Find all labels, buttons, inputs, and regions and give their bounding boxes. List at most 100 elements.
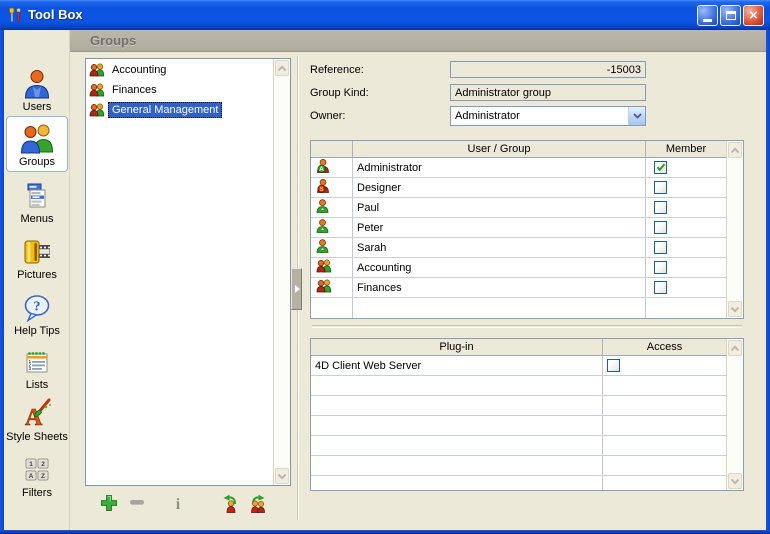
group-list-item-accounting[interactable]: Accounting — [86, 60, 273, 80]
help-tips-icon: ? — [6, 291, 68, 324]
plugin-row-4d-client-web-server[interactable]: 4D Client Web Server — [311, 356, 726, 376]
group-icon — [316, 259, 332, 276]
window-title: Tool Box — [28, 0, 83, 29]
designer-user-icon: S — [316, 179, 330, 196]
sidebar-item-pictures[interactable]: Pictures — [6, 232, 68, 288]
pictures-icon — [6, 235, 68, 268]
add-group-button[interactable] — [100, 494, 118, 515]
sidebar-item-label: Help Tips — [6, 325, 68, 337]
plugin-empty-row — [311, 456, 726, 476]
admin-user-icon: A — [316, 159, 330, 176]
splitter-handle[interactable] — [291, 268, 302, 310]
info-icon: i — [173, 494, 183, 515]
sidebar-item-users[interactable]: Users — [6, 64, 68, 120]
titlebar[interactable]: Tool Box — [0, 0, 770, 30]
group-icon — [89, 63, 105, 77]
scroll-up-button[interactable] — [275, 60, 289, 76]
plugins-table: Plug-in Access 4D Client Web Server — [310, 338, 744, 491]
maximize-button[interactable] — [720, 5, 741, 26]
sidebar-item-help-tips[interactable]: ? Help Tips — [6, 288, 68, 344]
member-checkbox-administrator[interactable] — [654, 161, 667, 174]
svg-text:?: ? — [34, 299, 41, 314]
plugins-table-scrollbar[interactable] — [726, 339, 743, 490]
member-checkbox-paul[interactable] — [654, 201, 667, 214]
group-list-item-label: Finances — [108, 82, 161, 98]
member-checkbox-finances[interactable] — [654, 281, 667, 294]
group-kind-field[interactable] — [450, 84, 646, 101]
group-info-button[interactable]: i — [173, 494, 183, 515]
member-row-administrator[interactable]: A Administrator — [311, 158, 726, 178]
member-row-finances[interactable]: Finances — [311, 278, 726, 298]
group-list-item-finances[interactable]: Finances — [86, 80, 273, 100]
sidebar-item-style-sheets[interactable]: AStyle Sheets — [6, 394, 68, 450]
window-border-right — [766, 28, 770, 534]
member-row-accounting[interactable]: Accounting — [311, 258, 726, 278]
group-list-item-general-management[interactable]: General Management — [86, 100, 273, 120]
sidebar-item-menus[interactable]: Menus — [6, 176, 68, 232]
sidebar-item-groups[interactable]: Groups — [6, 116, 68, 172]
member-row-designer[interactable]: SDesigner — [311, 178, 726, 198]
scroll-down-button[interactable] — [275, 468, 289, 484]
sidebar-item-lists[interactable]: 123Lists — [6, 342, 68, 398]
member-name: Accounting — [353, 258, 646, 277]
members-table: User / Group Member AAdministratorSDesig… — [310, 140, 744, 319]
group-icon — [316, 279, 332, 296]
delete-group-button[interactable] — [129, 494, 145, 513]
reference-label: Reference: — [310, 64, 364, 76]
group-list-item-label: Accounting — [108, 62, 170, 78]
minimize-icon — [703, 19, 712, 22]
plugin-empty-row — [311, 436, 726, 456]
window-border-left — [0, 28, 4, 534]
member-row-peter[interactable]: Peter — [311, 218, 726, 238]
horizontal-splitter[interactable] — [312, 325, 742, 328]
icon-column-header — [311, 141, 353, 157]
plugin-empty-row — [311, 396, 726, 416]
tool-box-window: Tool Box Groups Users Groups Menus Pictures… — [0, 0, 770, 534]
groups-toolbar: i — [85, 492, 291, 518]
minimize-button[interactable] — [697, 5, 718, 26]
member-checkbox-accounting[interactable] — [654, 261, 667, 274]
load-users-groups-button[interactable] — [219, 494, 239, 516]
sidebar-item-label: Groups — [7, 156, 67, 168]
scroll-up-button[interactable] — [728, 340, 742, 356]
sidebar-item-label: Style Sheets — [6, 431, 68, 443]
member-checkbox-designer[interactable] — [654, 181, 667, 194]
member-column-header: Member — [646, 141, 726, 157]
close-button[interactable] — [743, 5, 764, 26]
member-name: Sarah — [353, 238, 646, 257]
members-empty-row — [311, 298, 726, 318]
plugin-column-header: Plug-in — [311, 339, 603, 355]
scroll-down-button[interactable] — [728, 473, 742, 489]
section-title: Groups — [70, 30, 766, 52]
member-row-paul[interactable]: Paul — [311, 198, 726, 218]
plugins-table-header: Plug-in Access — [311, 339, 726, 356]
scroll-up-button[interactable] — [728, 142, 742, 158]
save-users-groups-button[interactable] — [247, 494, 269, 516]
sidebar-item-filters[interactable]: 12AZFilters — [6, 450, 68, 506]
plugin-name: 4D Client Web Server — [311, 356, 603, 375]
sidebar-item-label: Menus — [6, 213, 68, 225]
members-table-scrollbar[interactable] — [726, 141, 743, 318]
sidebar-item-label: Pictures — [6, 269, 68, 281]
users-icon — [6, 67, 68, 100]
groups-list[interactable]: Accounting Finances General Management — [85, 58, 291, 486]
member-name: Finances — [353, 278, 646, 297]
member-checkbox-sarah[interactable] — [654, 241, 667, 254]
maximize-icon — [726, 11, 736, 20]
access-checkbox-4d-client-web-server[interactable] — [607, 359, 620, 372]
section-header: Groups — [70, 30, 766, 52]
member-row-sarah[interactable]: Sarah — [311, 238, 726, 258]
plugin-empty-row — [311, 416, 726, 436]
member-checkbox-peter[interactable] — [654, 221, 667, 234]
scroll-down-button[interactable] — [728, 301, 742, 317]
svg-text:Z: Z — [41, 473, 45, 480]
svg-text:2: 2 — [41, 461, 45, 468]
groups-list-scrollbar[interactable] — [273, 59, 290, 485]
member-name: Paul — [353, 198, 646, 217]
member-name: Administrator — [353, 158, 646, 177]
style-sheets-icon: A — [6, 397, 68, 430]
reference-field[interactable] — [450, 61, 646, 78]
owner-select[interactable]: Administrator — [450, 106, 646, 126]
chevron-down-icon[interactable] — [628, 107, 645, 125]
sidebar-item-label: Users — [6, 101, 68, 113]
